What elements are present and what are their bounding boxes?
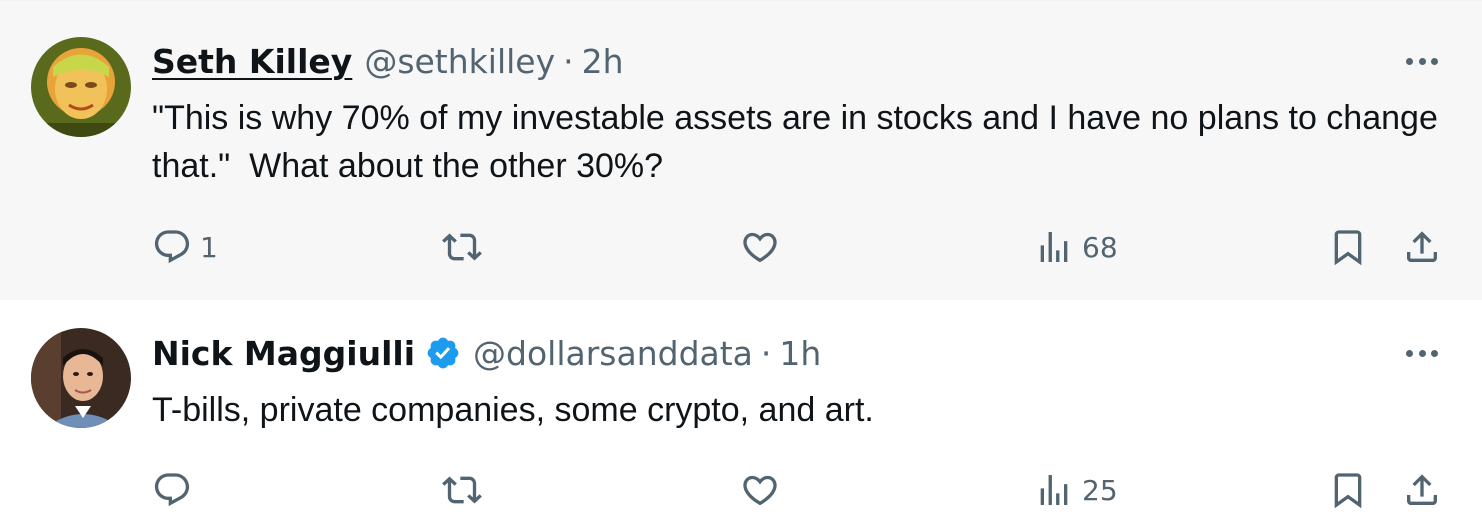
retweet-button[interactable]	[442, 470, 482, 510]
share-icon	[1407, 231, 1437, 262]
reply-icon	[154, 473, 190, 507]
tweet-seth-killey[interactable]: Seth Killey @sethkilley · 2h "This is wh…	[0, 0, 1482, 300]
views-icon	[1040, 232, 1068, 262]
action-bar: 25	[152, 470, 1452, 510]
avatar[interactable]	[31, 37, 131, 137]
more-icon[interactable]	[1400, 338, 1444, 368]
author-handle[interactable]: @dollarsanddata	[473, 334, 753, 373]
avatar-image	[31, 37, 131, 137]
tweet-header: Nick Maggiulli @dollarsanddata · 1h	[152, 331, 821, 375]
separator-dot: ·	[760, 333, 772, 373]
share-button[interactable]	[1402, 227, 1442, 267]
reply-button[interactable]: 1	[152, 227, 218, 267]
author-name[interactable]: Seth Killey	[152, 42, 352, 81]
more-icon[interactable]	[1400, 46, 1444, 76]
retweet-icon	[442, 476, 482, 504]
bookmark-icon	[1334, 473, 1362, 509]
retweet-button[interactable]	[442, 227, 482, 267]
timestamp[interactable]: 1h	[779, 334, 821, 373]
reply-icon	[154, 230, 190, 264]
avatar[interactable]	[31, 328, 131, 428]
author-handle[interactable]: @sethkilley	[364, 42, 555, 81]
like-icon	[743, 232, 777, 263]
views-button[interactable]: 25	[1034, 470, 1118, 510]
bookmark-button[interactable]	[1328, 227, 1368, 267]
tweet-header: Seth Killey @sethkilley · 2h	[152, 39, 624, 83]
views-button[interactable]: 68	[1034, 227, 1118, 267]
verified-icon[interactable]	[425, 335, 461, 371]
action-bar: 1 68	[152, 227, 1452, 267]
like-button[interactable]	[740, 227, 780, 267]
tweet-nick-maggiulli[interactable]: Nick Maggiulli @dollarsanddata · 1h T-bi…	[0, 300, 1482, 532]
bookmark-button[interactable]	[1328, 470, 1368, 510]
separator-dot: ·	[563, 41, 574, 81]
tweet-text: "This is why 70% of my investable assets…	[152, 99, 1448, 185]
share-button[interactable]	[1402, 470, 1442, 510]
reply-count: 1	[200, 230, 218, 264]
like-icon	[743, 475, 777, 506]
retweet-icon	[442, 233, 482, 261]
avatar-image	[31, 328, 131, 428]
bookmark-icon	[1334, 230, 1362, 266]
reply-button[interactable]	[152, 470, 192, 510]
author-name[interactable]: Nick Maggiulli	[152, 334, 415, 373]
views-count: 68	[1082, 230, 1118, 264]
views-icon	[1040, 475, 1068, 505]
timestamp[interactable]: 2h	[582, 42, 624, 81]
views-count: 25	[1082, 473, 1118, 507]
tweet-text: T-bills, private companies, some crypto,…	[152, 391, 874, 429]
like-button[interactable]	[740, 470, 780, 510]
share-icon	[1407, 474, 1437, 505]
